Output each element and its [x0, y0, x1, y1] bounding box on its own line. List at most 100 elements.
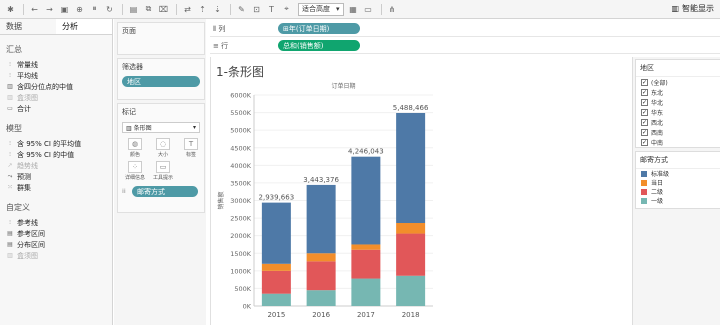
- analytics-item[interactable]: ▥ 盒须图: [0, 92, 112, 103]
- smart-show-button[interactable]: ▥ 智能显示: [671, 3, 714, 14]
- region-checkbox-row[interactable]: ✓ 华北: [636, 97, 720, 107]
- marks-card: 标记 ▥ 条形图 ▾ ◍ 颜色 ◌ 大小 T 标签 ⁘ 详细信息 ▭ 工具提示 ⁞⁞ 邮寄…: [117, 103, 205, 213]
- size-button[interactable]: ◌ 大小: [151, 138, 175, 158]
- tableau-logo-icon[interactable]: ✱: [4, 3, 17, 16]
- new-sheet-icon[interactable]: ▤: [127, 3, 140, 16]
- ship-list: 标准级 当日二级 一级: [636, 169, 720, 205]
- checkbox-checked-icon[interactable]: ✓: [641, 138, 648, 146]
- checkbox-checked-icon[interactable]: ✓: [641, 98, 648, 106]
- analytics-item[interactable]: ⤳ 预测: [0, 171, 112, 182]
- bar-segment: [351, 156, 381, 245]
- legend-item[interactable]: 当日: [636, 178, 720, 187]
- checkbox-checked-icon[interactable]: ✓: [641, 108, 648, 116]
- filters-title: 筛选器: [122, 63, 143, 71]
- filter-pill-region[interactable]: 地区: [122, 76, 200, 87]
- region-checkbox-row[interactable]: ✓ 西北: [636, 117, 720, 127]
- checkbox-checked-icon[interactable]: ✓: [641, 128, 648, 136]
- pages-card[interactable]: 页面: [117, 22, 205, 55]
- marks-type-dropdown[interactable]: ▥ 条形图 ▾: [122, 122, 200, 133]
- analytics-item[interactable]: ▥ 盒须图: [0, 250, 112, 261]
- sort-desc-icon[interactable]: ⇣: [211, 3, 224, 16]
- highlight-icon[interactable]: ✎: [235, 3, 248, 16]
- checkbox-checked-icon[interactable]: ✓: [641, 78, 648, 86]
- color-icon: ◍: [128, 138, 142, 150]
- show-cards-icon[interactable]: ▦: [347, 3, 360, 16]
- region-checkbox-row[interactable]: ✓ 东北: [636, 87, 720, 97]
- fix-axes-icon[interactable]: ⌖: [280, 3, 293, 16]
- tab-analytics[interactable]: 分析: [56, 19, 112, 34]
- y-tick-label: 6000K: [230, 92, 252, 100]
- analytics-item-label: 参考线: [17, 218, 38, 227]
- duplicate-sheet-icon[interactable]: ⧉: [142, 3, 155, 16]
- swap-icon[interactable]: ⇄: [181, 3, 194, 16]
- refresh-icon[interactable]: ↻: [103, 3, 116, 16]
- region-checkbox-row[interactable]: ✓ 中南: [636, 137, 720, 147]
- share-icon[interactable]: ⋔: [386, 3, 399, 16]
- toolbar: ✱ ← → ▣ ⊕ ⏸ ↻ ▤ ⧉ ⌧ ⇄ ⇡ ⇣ ✎ ⊡ T ⌖ 适合高度 ▾…: [0, 0, 720, 19]
- redo-icon[interactable]: →: [43, 3, 56, 16]
- bar-segment: [396, 275, 426, 306]
- bar-segment: [306, 184, 336, 254]
- box-icon: ▥: [7, 83, 13, 90]
- color-button[interactable]: ◍ 颜色: [123, 138, 147, 158]
- label-icon[interactable]: T: [265, 3, 278, 16]
- checkbox-checked-icon[interactable]: ✓: [641, 118, 648, 126]
- rows-pill[interactable]: 总和(销售额): [278, 40, 360, 51]
- pause-updates-icon[interactable]: ⏸: [88, 3, 101, 16]
- analytics-item[interactable]: ⫶ 常量线: [0, 59, 112, 70]
- bar-total-label: 4,246,043: [348, 148, 384, 156]
- analytics-item-label: 趋势线: [17, 161, 38, 170]
- analytics-item[interactable]: ▥ 含四分位点的中值: [0, 81, 112, 92]
- band-icon: ▤: [7, 230, 13, 237]
- label-button[interactable]: T 标签: [179, 138, 203, 158]
- legends-column: 地区 ✓ (全部) ✓ 东北 ✓ 华北 ✓ 华东 ✓ 西北 ✓ 西南 ✓ 中南 邮寄方式 标准级 当日 二级一…: [632, 57, 720, 325]
- region-checkbox-row[interactable]: ✓ 华东: [636, 107, 720, 117]
- analytics-item[interactable]: ↗ 趋势线: [0, 160, 112, 171]
- analytics-item[interactable]: ▭ 合计: [0, 103, 112, 114]
- legend-item[interactable]: 标准级: [636, 169, 720, 178]
- analytics-item[interactable]: ⫶ 参考线: [0, 217, 112, 228]
- columns-pill[interactable]: ⊞ 年(订单日期): [278, 23, 360, 34]
- region-label: 西北: [651, 119, 664, 127]
- label-label: 标签: [185, 152, 196, 158]
- legend-item[interactable]: 一级: [636, 196, 720, 205]
- analytics-item[interactable]: ⫶ 含 95% CI 的中值: [0, 149, 112, 160]
- detail-button[interactable]: ⁘ 详细信息: [123, 161, 147, 181]
- tooltip-button[interactable]: ▭ 工具提示: [151, 161, 175, 181]
- bar-segment: [396, 112, 426, 224]
- analytics-item[interactable]: ⫶ 平均线: [0, 70, 112, 81]
- analytics-item[interactable]: ▤ 分布区间: [0, 239, 112, 250]
- save-icon[interactable]: ▣: [58, 3, 71, 16]
- checkbox-checked-icon[interactable]: ✓: [641, 88, 648, 96]
- marks-pill-shipmode[interactable]: 邮寄方式: [132, 186, 198, 197]
- region-checkbox-row[interactable]: ✓ 西南: [636, 127, 720, 137]
- undo-icon[interactable]: ←: [28, 3, 41, 16]
- filters-card[interactable]: 筛选器 地区: [117, 58, 205, 100]
- color-label: 颜色: [129, 152, 140, 158]
- fit-dropdown[interactable]: 适合高度 ▾: [298, 2, 344, 16]
- y-tick-label: 5000K: [230, 127, 252, 135]
- marks-type-label: ▥ 条形图: [126, 125, 152, 132]
- region-list: ✓ (全部) ✓ 东北 ✓ 华北 ✓ 华东 ✓ 西北 ✓ 西南 ✓ 中南: [636, 77, 720, 147]
- section-title: 模型: [6, 124, 22, 133]
- group-icon[interactable]: ⊡: [250, 3, 263, 16]
- region-checkbox-row[interactable]: ✓ (全部): [636, 77, 720, 87]
- tab-data[interactable]: 数据: [0, 19, 56, 34]
- legend-label: 二级: [651, 189, 664, 196]
- legend-item[interactable]: 二级: [636, 187, 720, 196]
- analytics-item-label: 合计: [17, 104, 31, 113]
- analytics-item-label: 含 95% CI 的中值: [17, 150, 75, 159]
- legend-swatch: [641, 179, 647, 186]
- cards-column: 页面 筛选器 地区 标记 ▥ 条形图 ▾ ◍ 颜色 ◌ 大小 T 标签 ⁘ 详细信息 ▭…: [114, 19, 206, 325]
- new-datasource-icon[interactable]: ⊕: [73, 3, 86, 16]
- analytics-item[interactable]: ▤ 参考区间: [0, 228, 112, 239]
- sort-asc-icon[interactable]: ⇡: [196, 3, 209, 16]
- analytics-item[interactable]: ⁙ 群集: [0, 182, 112, 193]
- bar-segment: [261, 263, 291, 271]
- legend-swatch: [641, 188, 647, 195]
- y-tick-label: 1500K: [230, 250, 252, 258]
- analytics-item[interactable]: ⫶ 含 95% CI 的平均值: [0, 138, 112, 149]
- presentation-icon[interactable]: ▭: [362, 3, 375, 16]
- clear-sheet-icon[interactable]: ⌧: [157, 3, 170, 16]
- shipmode-legend-title: 邮寄方式: [636, 152, 720, 169]
